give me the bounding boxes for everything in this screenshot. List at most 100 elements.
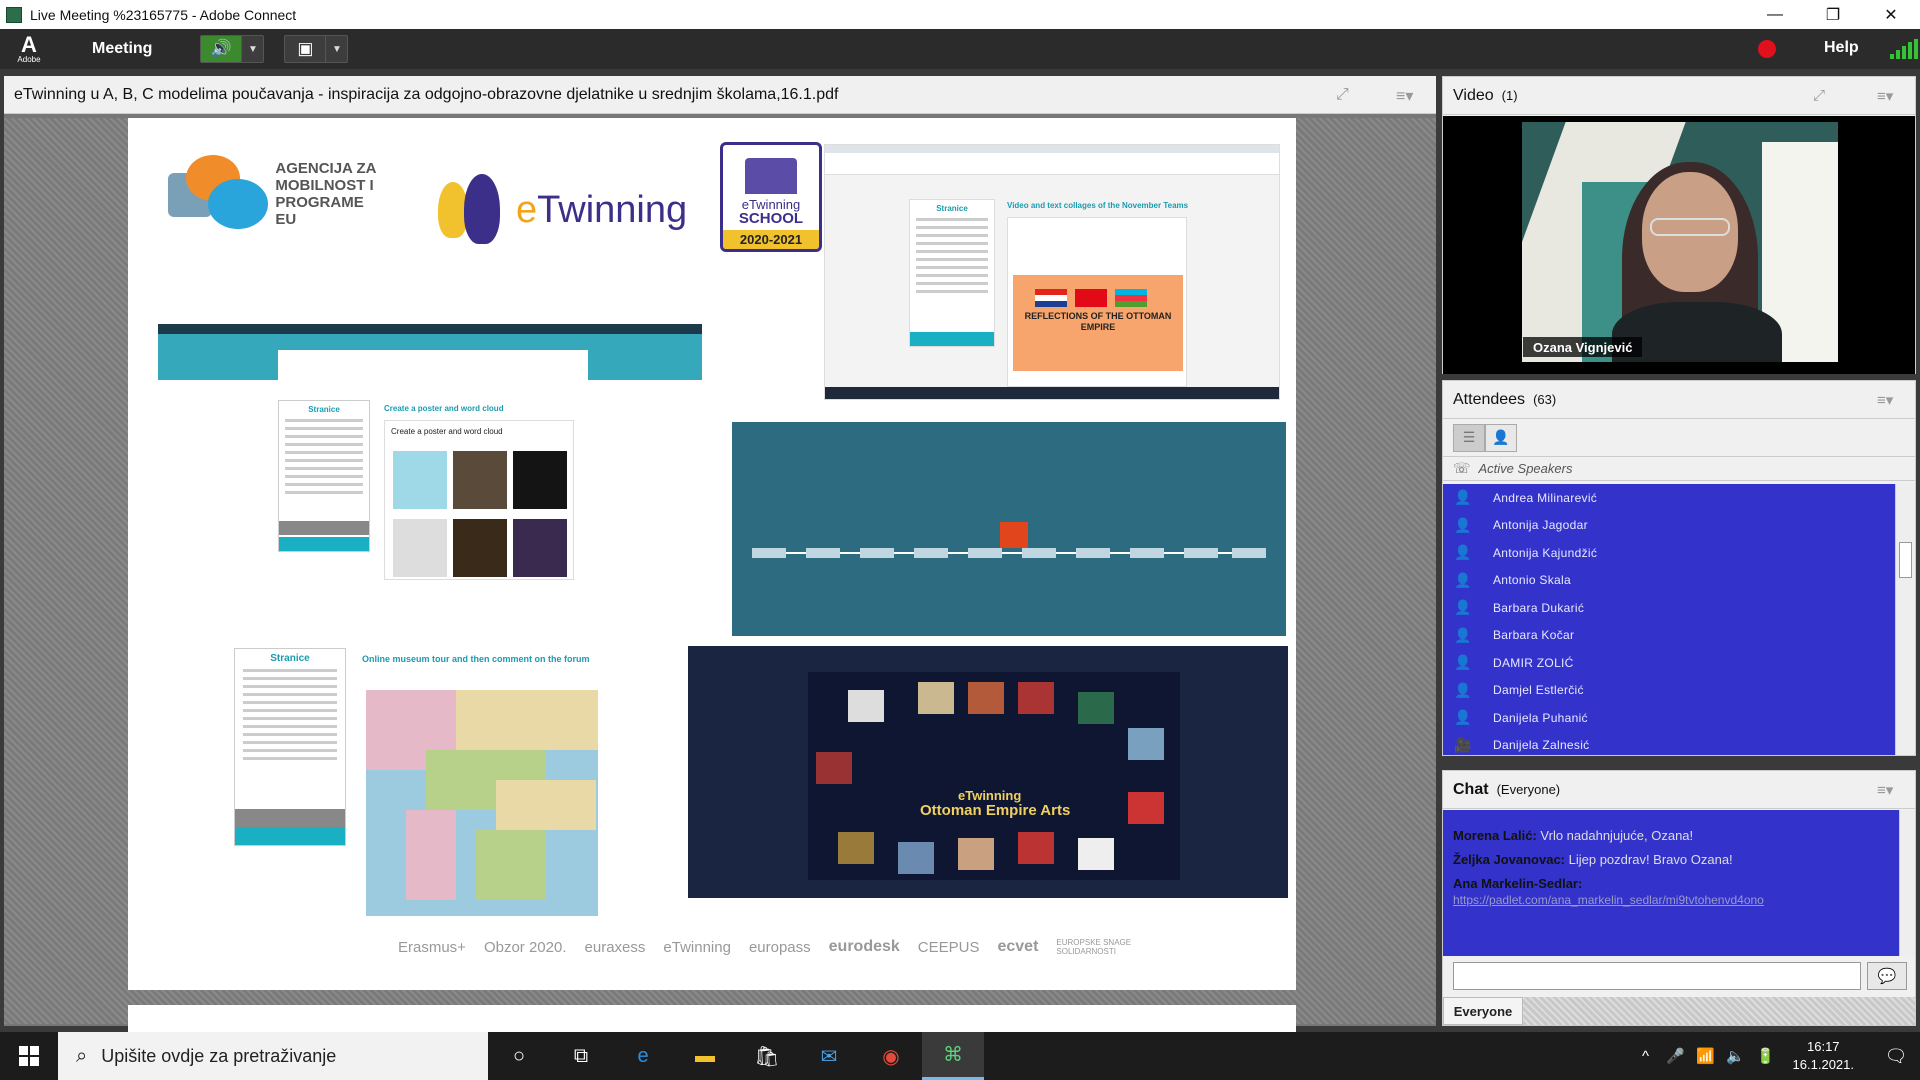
attendee-icon: 👤 <box>1454 571 1472 588</box>
chat-message: Morena Lalić: Vrlo nadahnjujuće, Ozana! <box>1453 828 1889 844</box>
partner-logo: EUROPSKE SNAGE SOLIDARNOSTI <box>1056 938 1132 956</box>
partner-logo: ecvet <box>997 938 1039 955</box>
genially-board: eTwinning Ottoman Empire Arts <box>808 672 1180 880</box>
help-menu[interactable]: Help <box>1824 39 1859 57</box>
badge-years: 2020-2021 <box>723 230 819 249</box>
volume-icon[interactable]: 🔈 <box>1721 1047 1751 1065</box>
chat-pod-title: Chat <box>1453 780 1489 798</box>
webcam-dropdown-icon[interactable]: ▼ <box>325 36 347 62</box>
chat-author: Ana Markelin-Sedlar: <box>1453 876 1583 891</box>
attendee-row[interactable]: 👤 Danijela Puhanić <box>1443 704 1895 732</box>
attendee-icon: 👤 <box>1454 489 1472 506</box>
video-pod-header: Video (1) ⤢ ≡▾ <box>1443 77 1915 115</box>
pod-options-icon[interactable]: ≡▾ <box>1396 86 1413 106</box>
next-slide-page <box>128 1005 1296 1035</box>
screenshot-poster-word-cloud: Stranice Create a poster and word cloud … <box>158 324 702 584</box>
tab-everyone[interactable]: Everyone <box>1443 997 1523 1025</box>
store-icon[interactable]: 🛍 <box>736 1032 798 1080</box>
sidebar-title: Stranice <box>270 653 310 664</box>
partner-logo: euraxess <box>584 938 646 956</box>
slide-page: AGENCIJA ZA MOBILNOST I PROGRAME EU eTwi… <box>128 118 1296 990</box>
chat-link[interactable]: https://padlet.com/ana_markelin_sedlar/m… <box>1453 892 1889 908</box>
attendee-row[interactable]: 👤 DAMIR ZOLIĆ <box>1443 649 1895 677</box>
chat-input[interactable] <box>1453 962 1861 990</box>
board-title: Ottoman Empire Arts <box>920 802 1071 819</box>
etwinning-logo: eTwinning <box>438 172 687 248</box>
pod-options-icon[interactable]: ≡▾ <box>1877 781 1893 799</box>
video-pod: Video (1) ⤢ ≡▾ Ozana Vignjević <box>1442 76 1916 374</box>
attendee-row[interactable]: 👤 Antonija Kajundžić <box>1443 539 1895 567</box>
pages-sidebar: Stranice <box>909 199 995 347</box>
pages-sidebar: Stranice <box>234 648 346 846</box>
attendee-row[interactable]: 👤 Andrea Milinarević <box>1443 484 1895 512</box>
attendee-name: Andrea Milinarević <box>1493 490 1598 505</box>
webcam-control[interactable]: ▣ ▼ <box>284 35 349 63</box>
meeting-menu[interactable]: Meeting <box>92 40 152 58</box>
pod-options-icon[interactable]: ≡▾ <box>1877 391 1893 409</box>
attendee-row[interactable]: 🎥 Danijela Zalnesić <box>1443 732 1895 756</box>
pod-options-icon[interactable]: ≡▾ <box>1877 87 1893 105</box>
scrollbar-thumb[interactable] <box>1899 542 1912 578</box>
notification-icon[interactable]: 🗨 <box>1872 1046 1920 1067</box>
chat-scrollbar[interactable] <box>1899 810 1915 956</box>
edge-icon[interactable]: e <box>612 1032 674 1080</box>
attendee-icon: 👤 <box>1454 681 1472 698</box>
system-tray: ^ 🎤 📶 🔈 🔋 16:17 16.1.2021. 🗨 <box>1631 1032 1920 1080</box>
adobe-connect-taskbar-icon[interactable]: ⌘ <box>922 1032 984 1080</box>
cortana-icon[interactable]: ○ <box>488 1032 550 1080</box>
speech-bubble-icon[interactable]: 💬 <box>1867 962 1907 990</box>
close-button[interactable]: ✕ <box>1862 0 1920 29</box>
partner-logos: Erasmus+ Obzor 2020. euraxess eTwinning … <box>398 932 1258 962</box>
attendee-list-scrollbar[interactable] <box>1895 484 1915 755</box>
window-title-bar: Live Meeting %23165775 - Adobe Connect —… <box>0 0 1920 29</box>
fullscreen-icon[interactable]: ⤢ <box>1813 87 1825 104</box>
attendee-icon: 👤 <box>1454 626 1472 643</box>
mail-icon[interactable]: ✉ <box>798 1032 860 1080</box>
clock-time: 16:17 <box>1807 1039 1840 1054</box>
search-placeholder: Upišite ovdje za pretraživanje <box>101 1045 337 1066</box>
adobe-logo: A Adobe <box>0 29 58 69</box>
task-view-icon[interactable]: ⧉ <box>550 1032 612 1080</box>
azerbaijan-flag-icon <box>1115 289 1147 307</box>
ottoman-poster: REFLECTIONS OF THE OTTOMAN EMPIRE <box>1013 275 1183 371</box>
wifi-icon[interactable]: 📶 <box>1691 1047 1721 1065</box>
attendee-row[interactable]: 👤 Antonija Jagodar <box>1443 512 1895 540</box>
speaker-icon[interactable]: 🔊 <box>201 36 242 62</box>
speaker-control[interactable]: 🔊 ▼ <box>200 35 265 63</box>
chrome-icon[interactable]: ◉ <box>860 1032 922 1080</box>
attendee-name: Danijela Zalnesić <box>1493 738 1590 753</box>
detail-view-icon[interactable]: 👤 <box>1485 423 1517 452</box>
webcam-icon[interactable]: ▣ <box>285 36 325 62</box>
attendee-icon: 👤 <box>1454 516 1472 533</box>
taskbar-search[interactable]: ⌕ Upišite ovdje za pretraživanje <box>58 1032 488 1080</box>
microphone-icon[interactable]: 🎤 <box>1661 1047 1691 1065</box>
share-pod: eTwinning u A, B, C modelima poučavanja … <box>4 76 1436 1035</box>
attendee-row[interactable]: 👤 Damjel Estlerčić <box>1443 677 1895 705</box>
europe-map <box>366 690 598 916</box>
screenshot-caption: Create a poster and word cloud <box>384 404 504 413</box>
attendee-row[interactable]: 👤 Barbara Kočar <box>1443 622 1895 650</box>
video-area: Ozana Vignjević <box>1443 116 1915 374</box>
battery-icon[interactable]: 🔋 <box>1751 1047 1781 1065</box>
attendee-row[interactable]: 👤 Barbara Dukarić <box>1443 594 1895 622</box>
turkey-flag-icon <box>1075 289 1107 307</box>
recording-indicator-icon[interactable] <box>1758 40 1776 58</box>
windows-logo-icon <box>19 1046 39 1066</box>
file-explorer-icon[interactable]: ▬ <box>674 1032 736 1080</box>
attendee-name: Barbara Dukarić <box>1493 600 1585 615</box>
chevron-up-icon[interactable]: ^ <box>1631 1048 1661 1065</box>
minimize-button[interactable]: — <box>1746 0 1804 29</box>
attendee-icon: 👤 <box>1454 654 1472 671</box>
speaker-dropdown-icon[interactable]: ▼ <box>241 36 263 62</box>
restore-button[interactable]: ❐ <box>1804 0 1862 29</box>
start-button[interactable] <box>0 1032 58 1080</box>
timeline-hub <box>1000 522 1028 548</box>
meeting-menu-bar: A Adobe Meeting 🔊 ▼ ▣ ▼ Help <box>0 29 1920 69</box>
clock-date: 16.1.2021. <box>1792 1057 1854 1072</box>
attendee-row[interactable]: 👤 Antonio Skala <box>1443 567 1895 595</box>
chat-text: Lijep pozdrav! Bravo Ozana! <box>1568 852 1733 867</box>
fullscreen-icon[interactable]: ⤢ <box>1336 86 1349 104</box>
list-view-icon[interactable]: ☰ <box>1453 423 1485 452</box>
clock[interactable]: 16:17 16.1.2021. <box>1793 1038 1854 1074</box>
adobe-logo-letter: A <box>21 31 37 57</box>
